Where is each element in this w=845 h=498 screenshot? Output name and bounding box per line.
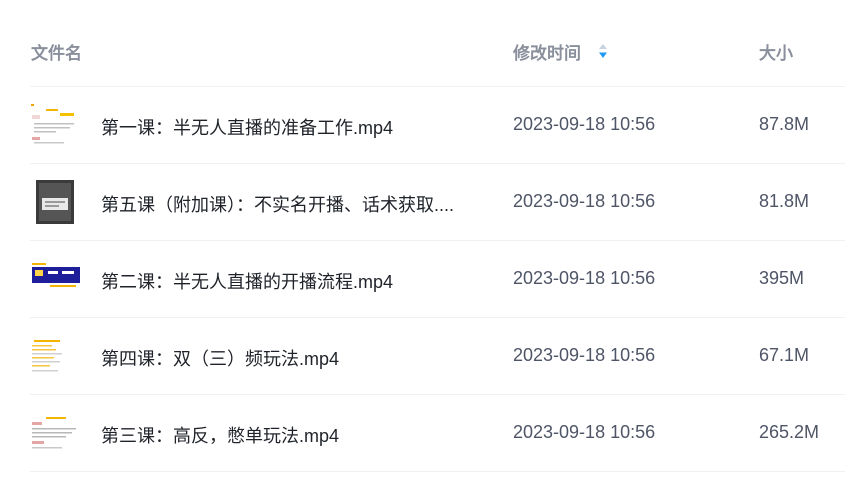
file-row[interactable]: 第三课：高反，憋单玩法.mp4 2023-09-18 10:56 265.2M [30,395,845,472]
file-name[interactable]: 第二课：半无人直播的开播流程.mp4 [101,268,393,294]
file-row[interactable]: 第二课：半无人直播的开播流程.mp4 2023-09-18 10:56 395M [30,241,845,318]
table-header: 文件名 修改时间 大小 [30,0,845,87]
file-modified-time: 2023-09-18 10:56 [513,114,656,134]
column-header-modified-time-label: 修改时间 [513,44,581,63]
file-row[interactable]: 第一课：半无人直播的准备工作.mp4 2023-09-18 10:56 87.8… [30,87,845,164]
file-name[interactable]: 第一课：半无人直播的准备工作.mp4 [101,114,393,140]
file-modified-time: 2023-09-18 10:56 [513,268,656,288]
file-size: 265.2M [759,422,820,442]
sort-icon[interactable] [598,43,608,59]
file-thumbnail [30,255,80,303]
file-modified-time: 2023-09-18 10:56 [513,191,656,211]
column-header-modified-time[interactable]: 修改时间 [513,39,608,64]
file-size: 67.1M [759,345,810,365]
file-name[interactable]: 第三课：高反，憋单玩法.mp4 [101,422,339,448]
column-header-size[interactable]: 大小 [759,39,793,64]
file-thumbnail [30,101,80,149]
file-size: 81.8M [759,191,810,211]
file-size: 87.8M [759,114,810,134]
file-row[interactable]: 第五课（附加课）：不实名开播、话术获取.... 2023-09-18 10:56… [30,164,845,241]
file-thumbnail [30,332,80,380]
file-name[interactable]: 第五课（附加课）：不实名开播、话术获取.... [101,191,454,217]
file-thumbnail [30,409,80,457]
file-name[interactable]: 第四课：双（三）频玩法.mp4 [101,345,339,371]
file-row[interactable]: 第四课：双（三）频玩法.mp4 2023-09-18 10:56 67.1M [30,318,845,395]
file-modified-time: 2023-09-18 10:56 [513,422,656,442]
file-size: 395M [759,268,805,288]
file-table: 文件名 修改时间 大小 第一课：半无人直播的准备工作.mp4 2023-09-1… [30,0,845,472]
file-modified-time: 2023-09-18 10:56 [513,345,656,365]
file-thumbnail [30,178,80,226]
column-header-name[interactable]: 文件名 [31,39,82,64]
